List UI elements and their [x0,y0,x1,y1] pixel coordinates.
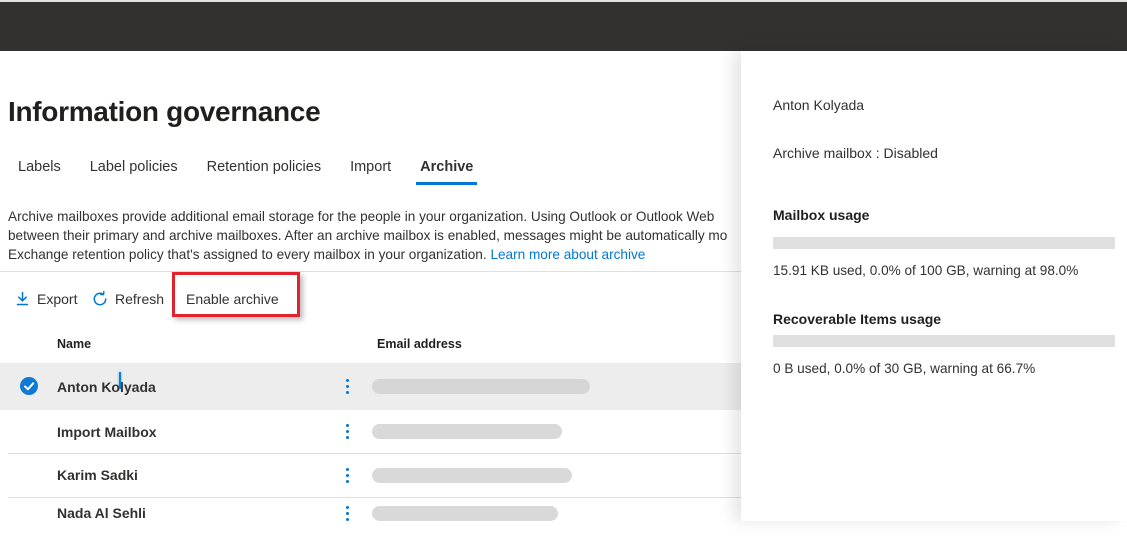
recoverable-items-usage-heading: Recoverable Items usage [773,311,942,327]
redacted-email-value [372,506,558,521]
row-name: Karim Sadki [57,467,138,483]
redacted-email-value [372,468,572,483]
tab-import[interactable]: Import [349,159,392,185]
refresh-button-label: Refresh [115,291,165,307]
column-header-email[interactable]: Email address [377,337,462,351]
recoverable-items-usage-detail: 0 B used, 0.0% of 30 GB, warning at 66.7… [773,361,1036,376]
text-cursor [119,372,121,389]
page-title: Information governance [8,96,321,127]
tab-label-policies[interactable]: Label policies [89,159,179,185]
selected-check-icon[interactable] [20,377,38,395]
enable-archive-button-label: Enable archive [186,291,279,307]
refresh-button[interactable]: Refresh [92,288,164,310]
circular-arrow-icon [92,291,108,307]
column-header-name[interactable]: Name [57,337,91,351]
tab-bar: Labels Label policies Retention policies… [17,159,478,185]
details-flyout-panel: Anton Kolyada Archive mailbox : Disabled… [741,51,1127,521]
row-name: Anton Kolyada [57,378,156,395]
drag-dots-icon[interactable] [346,379,349,394]
drag-dots-icon[interactable] [346,506,349,521]
learn-more-link[interactable]: Learn more about archive [490,247,645,262]
mailbox-usage-detail: 15.91 KB used, 0.0% of 100 GB, warning a… [773,263,1079,278]
tab-archive[interactable]: Archive [416,159,478,185]
row-name: Import Mailbox [57,423,157,440]
row-name: Nada Al Sehli [57,505,146,521]
download-arrow-icon [15,291,30,307]
enable-archive-button[interactable]: Enable archive [186,288,279,310]
mailbox-usage-progress-bar [773,237,1115,249]
panel-user-name: Anton Kolyada [773,97,865,113]
tab-labels[interactable]: Labels [17,159,62,185]
tab-retention-policies[interactable]: Retention policies [206,159,322,185]
panel-archive-status: Archive mailbox : Disabled [773,145,938,161]
drag-dots-icon[interactable] [346,468,349,483]
export-button-label: Export [37,291,78,307]
top-app-bar [0,2,1127,51]
redacted-email-value [372,424,562,439]
export-button[interactable]: Export [15,288,77,310]
recoverable-items-progress-bar [773,335,1115,347]
mailbox-usage-heading: Mailbox usage [773,207,870,223]
redacted-email-value [372,379,590,394]
drag-dots-icon[interactable] [346,424,349,439]
